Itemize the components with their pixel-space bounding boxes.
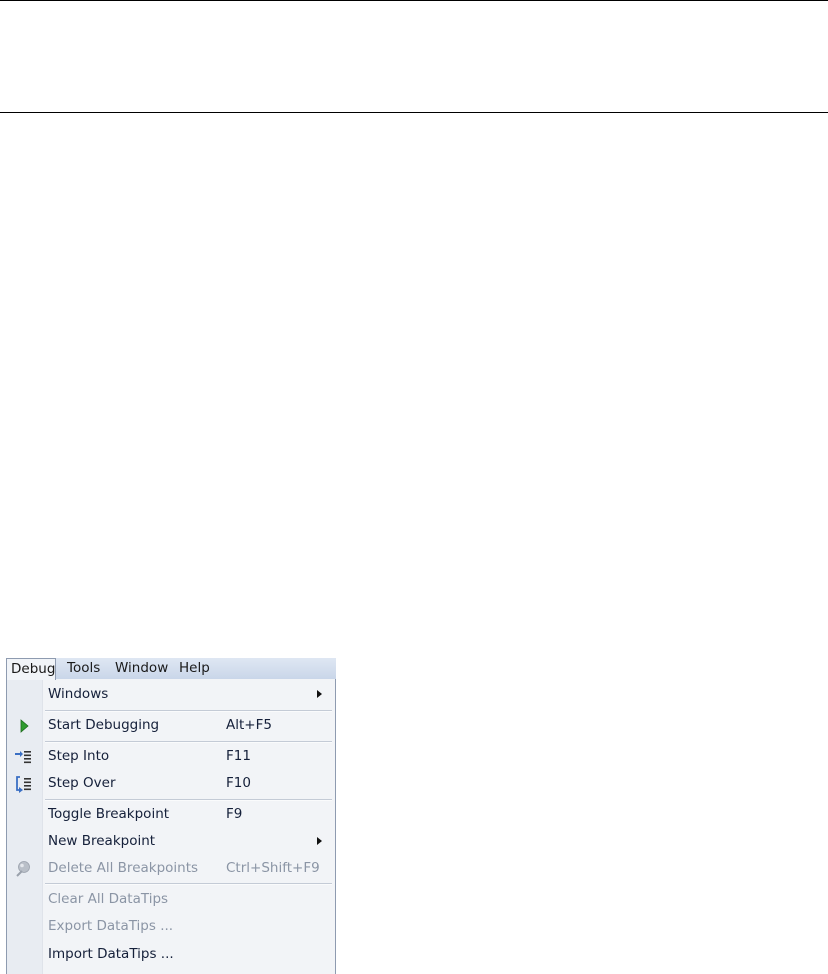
menu-window[interactable]: Window	[115, 658, 168, 679]
menu-item-new-breakpoint[interactable]: New Breakpoint	[7, 828, 336, 855]
menu-item-shortcut: Alt+F5	[226, 717, 272, 733]
submenu-arrow-icon	[317, 690, 322, 698]
step-into-icon	[13, 748, 33, 766]
menu-bar: Debug Tools Window Help	[6, 658, 336, 680]
top-rule	[0, 0, 828, 1]
menu-item-label: Import DataTips ...	[48, 946, 174, 962]
menu-item-label: New Breakpoint	[48, 833, 156, 849]
menu-item-step-over[interactable]: Step Over F10	[7, 770, 336, 797]
menu-item-label: Clear All DataTips	[48, 891, 169, 907]
menu-item-shortcut: Ctrl+Shift+F9	[226, 860, 320, 876]
play-icon	[13, 717, 33, 735]
menu-help[interactable]: Help	[179, 658, 210, 679]
menu-item-label: Start Debugging	[48, 717, 160, 733]
menu-item-windows[interactable]: Windows	[7, 681, 336, 708]
menu-item-start-debugging[interactable]: Start Debugging Alt+F5	[7, 712, 336, 739]
menu-item-label: Delete All Breakpoints	[48, 860, 199, 876]
submenu-arrow-icon	[317, 837, 322, 845]
menu-item-toggle-breakpoint[interactable]: Toggle Breakpoint F9	[7, 801, 336, 828]
menu-separator	[45, 883, 332, 885]
menu-item-clear-all-datatips: Clear All DataTips	[7, 886, 336, 913]
menu-item-step-into[interactable]: Step Into F11	[7, 743, 336, 770]
separator-rule	[0, 112, 828, 113]
menu-item-shortcut: F11	[226, 748, 251, 764]
menu-item-label: Export DataTips ...	[48, 918, 174, 934]
menu-item-label: Toggle Breakpoint	[48, 806, 170, 822]
menu-item-shortcut: F9	[226, 806, 243, 822]
menu-item-export-datatips: Export DataTips ...	[7, 913, 336, 940]
menu-item-label: Windows	[48, 686, 109, 702]
delete-breakpoints-icon	[13, 860, 33, 878]
menu-debug[interactable]: Debug	[6, 658, 56, 680]
menu-item-delete-all-breakpoints: Delete All Breakpoints Ctrl+Shift+F9	[7, 855, 336, 882]
menu-item-label: Step Into	[48, 748, 110, 764]
menu-tools[interactable]: Tools	[67, 658, 100, 679]
menu-screenshot: Debug Tools Window Help Windows Start De…	[6, 658, 336, 974]
menu-item-import-datatips[interactable]: Import DataTips ...	[7, 941, 336, 968]
menu-item-shortcut: F10	[226, 775, 251, 791]
menu-item-label: Step Over	[48, 775, 116, 791]
debug-dropdown: Windows Start Debugging Alt+F5 Step Into…	[6, 679, 336, 974]
step-over-icon	[13, 775, 33, 793]
